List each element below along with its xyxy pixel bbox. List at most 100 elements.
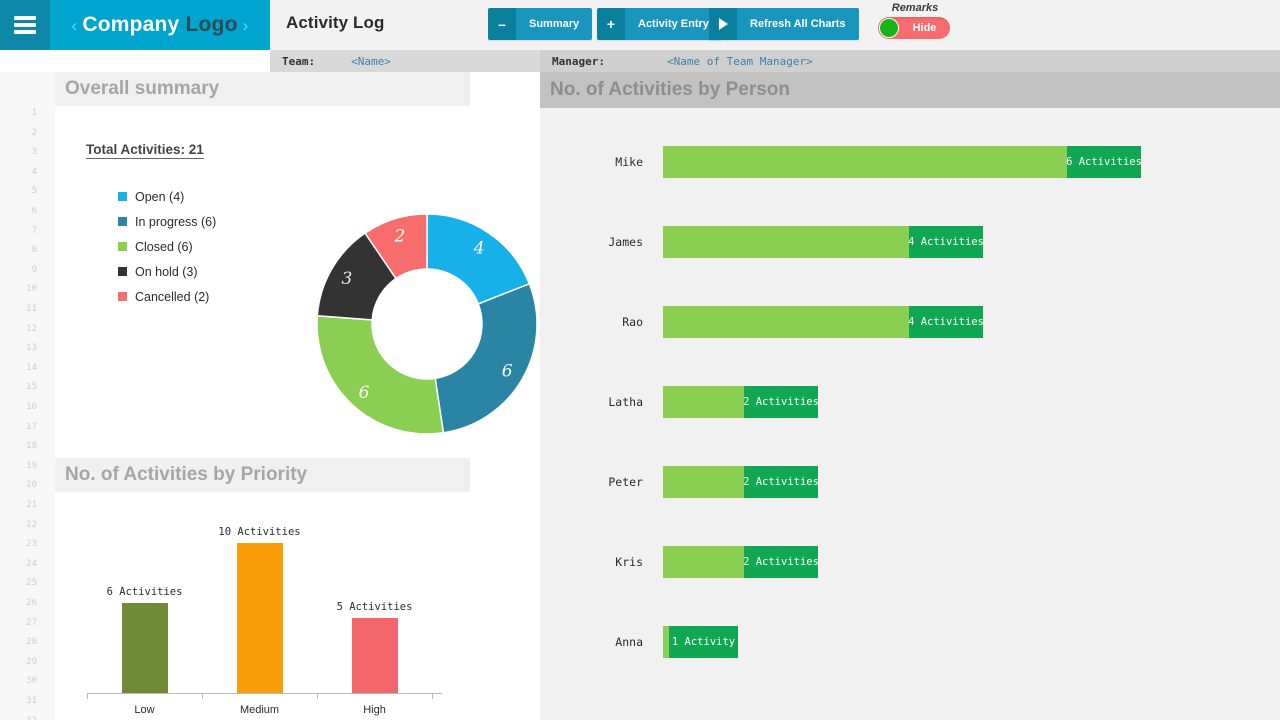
priority-category-label: High [363,704,386,716]
app-header: ‹ Company Logo › Activity Log – Summary + … [0,0,1280,50]
legend-swatch [118,217,127,226]
row-number: 26 [26,598,37,608]
logo-chevron-right: › [242,16,249,35]
priority-axis-tick [202,693,203,699]
total-activities-label: Total Activities: 21 [86,142,204,159]
person-activity-count: 4 Activities [908,306,984,338]
priority-chart-title: No. of Activities by Priority [65,464,308,485]
page-title: Activity Log [286,13,385,32]
right-panel: No. of Activities by Person Mike 6 Activi… [540,72,1280,720]
person-chart-title: No. of Activities by Person [550,79,791,100]
legend-label: In progress (6) [135,214,217,229]
donut-slice-label: 6 [502,361,513,381]
row-number: 13 [26,343,37,354]
person-name-label: Rao [622,315,643,329]
overall-summary-header: Overall summary [55,72,470,106]
hamburger-icon [14,16,36,34]
donut-slice-label: 4 [473,239,485,259]
legend-label: Open (4) [135,189,185,204]
legend-label: On hold (3) [135,264,198,279]
overall-summary-title: Overall summary [65,78,220,99]
company-logo-text: ‹ Company Logo › [66,13,253,37]
donut-slice[interactable] [434,282,538,434]
row-number: 14 [26,362,37,373]
play-icon [709,8,737,40]
priority-bar-value: 6 Activities [106,586,183,598]
row-number: 10 [26,284,37,295]
legend-item[interactable]: Open (4) [118,184,216,209]
donut-slice-label: 2 [393,227,405,247]
row-number: 12 [26,323,37,334]
row-number: 23 [26,539,37,550]
team-value: <Name> [351,54,391,68]
priority-bar[interactable] [351,618,398,693]
logo-word-company: Company [82,13,180,36]
manager-value: <Name of Team Manager> [666,54,813,68]
legend-swatch [118,267,127,276]
row-number: 31 [26,696,37,706]
person-name-label: Kris [615,555,643,569]
priority-bar-value: 5 Activities [336,601,413,613]
legend-swatch [118,292,127,301]
row-number: 19 [26,460,37,471]
priority-category-label: Medium [239,704,280,716]
priority-category-label: Low [134,704,155,716]
row-number: 6 [31,206,37,216]
person-name-label: James [608,235,643,249]
legend-item[interactable]: On hold (3) [118,259,216,284]
person-row: Peter 2 Activities [540,466,1280,498]
person-row: Mike 6 Activities [540,146,1280,178]
refresh-all-charts-button-label: Refresh All Charts [737,8,859,40]
person-name-label: Mike [615,155,643,169]
row-number: 16 [26,402,37,412]
meta-bar: Team: <Name> Manager: <Name of Team Mana… [270,50,1280,72]
priority-bar[interactable] [236,543,283,693]
row-number: 3 [31,147,37,158]
activity-entry-button-label: Activity Entry [625,8,722,40]
left-panel: Overall summary Total Activities: 21 Ope… [55,72,540,720]
row-number: 28 [26,637,37,648]
priority-bar[interactable] [121,603,168,693]
donut-slice-label: 6 [359,383,370,403]
logo-chevron-left: ‹ [71,16,78,35]
row-number: 21 [26,500,37,510]
person-name-label: Latha [608,395,643,409]
manager-field[interactable]: Manager: <Name of Team Manager> [540,50,1280,72]
donut-slice-label: 3 [341,269,352,289]
person-activity-count: 2 Activities [743,386,819,418]
remarks-control: Remarks Hide [878,2,952,39]
team-field[interactable]: Team: <Name> [270,50,540,72]
person-activity-count: 4 Activities [908,226,984,258]
person-name-label: Peter [608,475,643,489]
activity-entry-button[interactable]: + Activity Entry [597,8,722,40]
activity-log-dashboard: ‹ Company Logo › Activity Log – Summary + … [0,0,1280,720]
row-number: 32 [26,716,37,720]
row-number: 20 [26,480,37,491]
company-logo[interactable]: ‹ Company Logo › [50,0,270,50]
legend-swatch [118,242,127,251]
legend-item[interactable]: Closed (6) [118,234,216,259]
row-number: 2 [31,127,37,138]
remarks-toggle[interactable]: Hide [878,17,950,39]
person-row: Anna 1 Activity [540,626,1280,658]
legend-item[interactable]: Cancelled (2) [118,284,216,309]
person-chart-header: No. of Activities by Person [540,72,1280,108]
person-row: Rao 4 Activities [540,306,1280,338]
row-number: 22 [26,519,37,530]
row-number: 11 [26,304,37,314]
refresh-all-charts-button[interactable]: Refresh All Charts [709,8,859,40]
summary-button[interactable]: – Summary [488,8,593,40]
person-row: Latha 2 Activities [540,386,1280,418]
person-activity-count: 1 Activity [669,626,738,658]
row-number: 29 [26,656,37,667]
logo-word-logo: Logo [185,13,238,36]
manager-label: Manager: [552,54,605,68]
priority-bar-chart: 6 Activities Low 10 Activities Medium 5 Acti… [55,492,540,720]
row-number: 9 [31,264,37,275]
plus-icon: + [597,8,625,40]
row-number: 8 [31,245,37,256]
menu-button[interactable] [0,0,50,50]
donut-slice[interactable] [316,314,445,435]
legend-item[interactable]: In progress (6) [118,209,216,234]
priority-axis-tick [87,693,88,699]
